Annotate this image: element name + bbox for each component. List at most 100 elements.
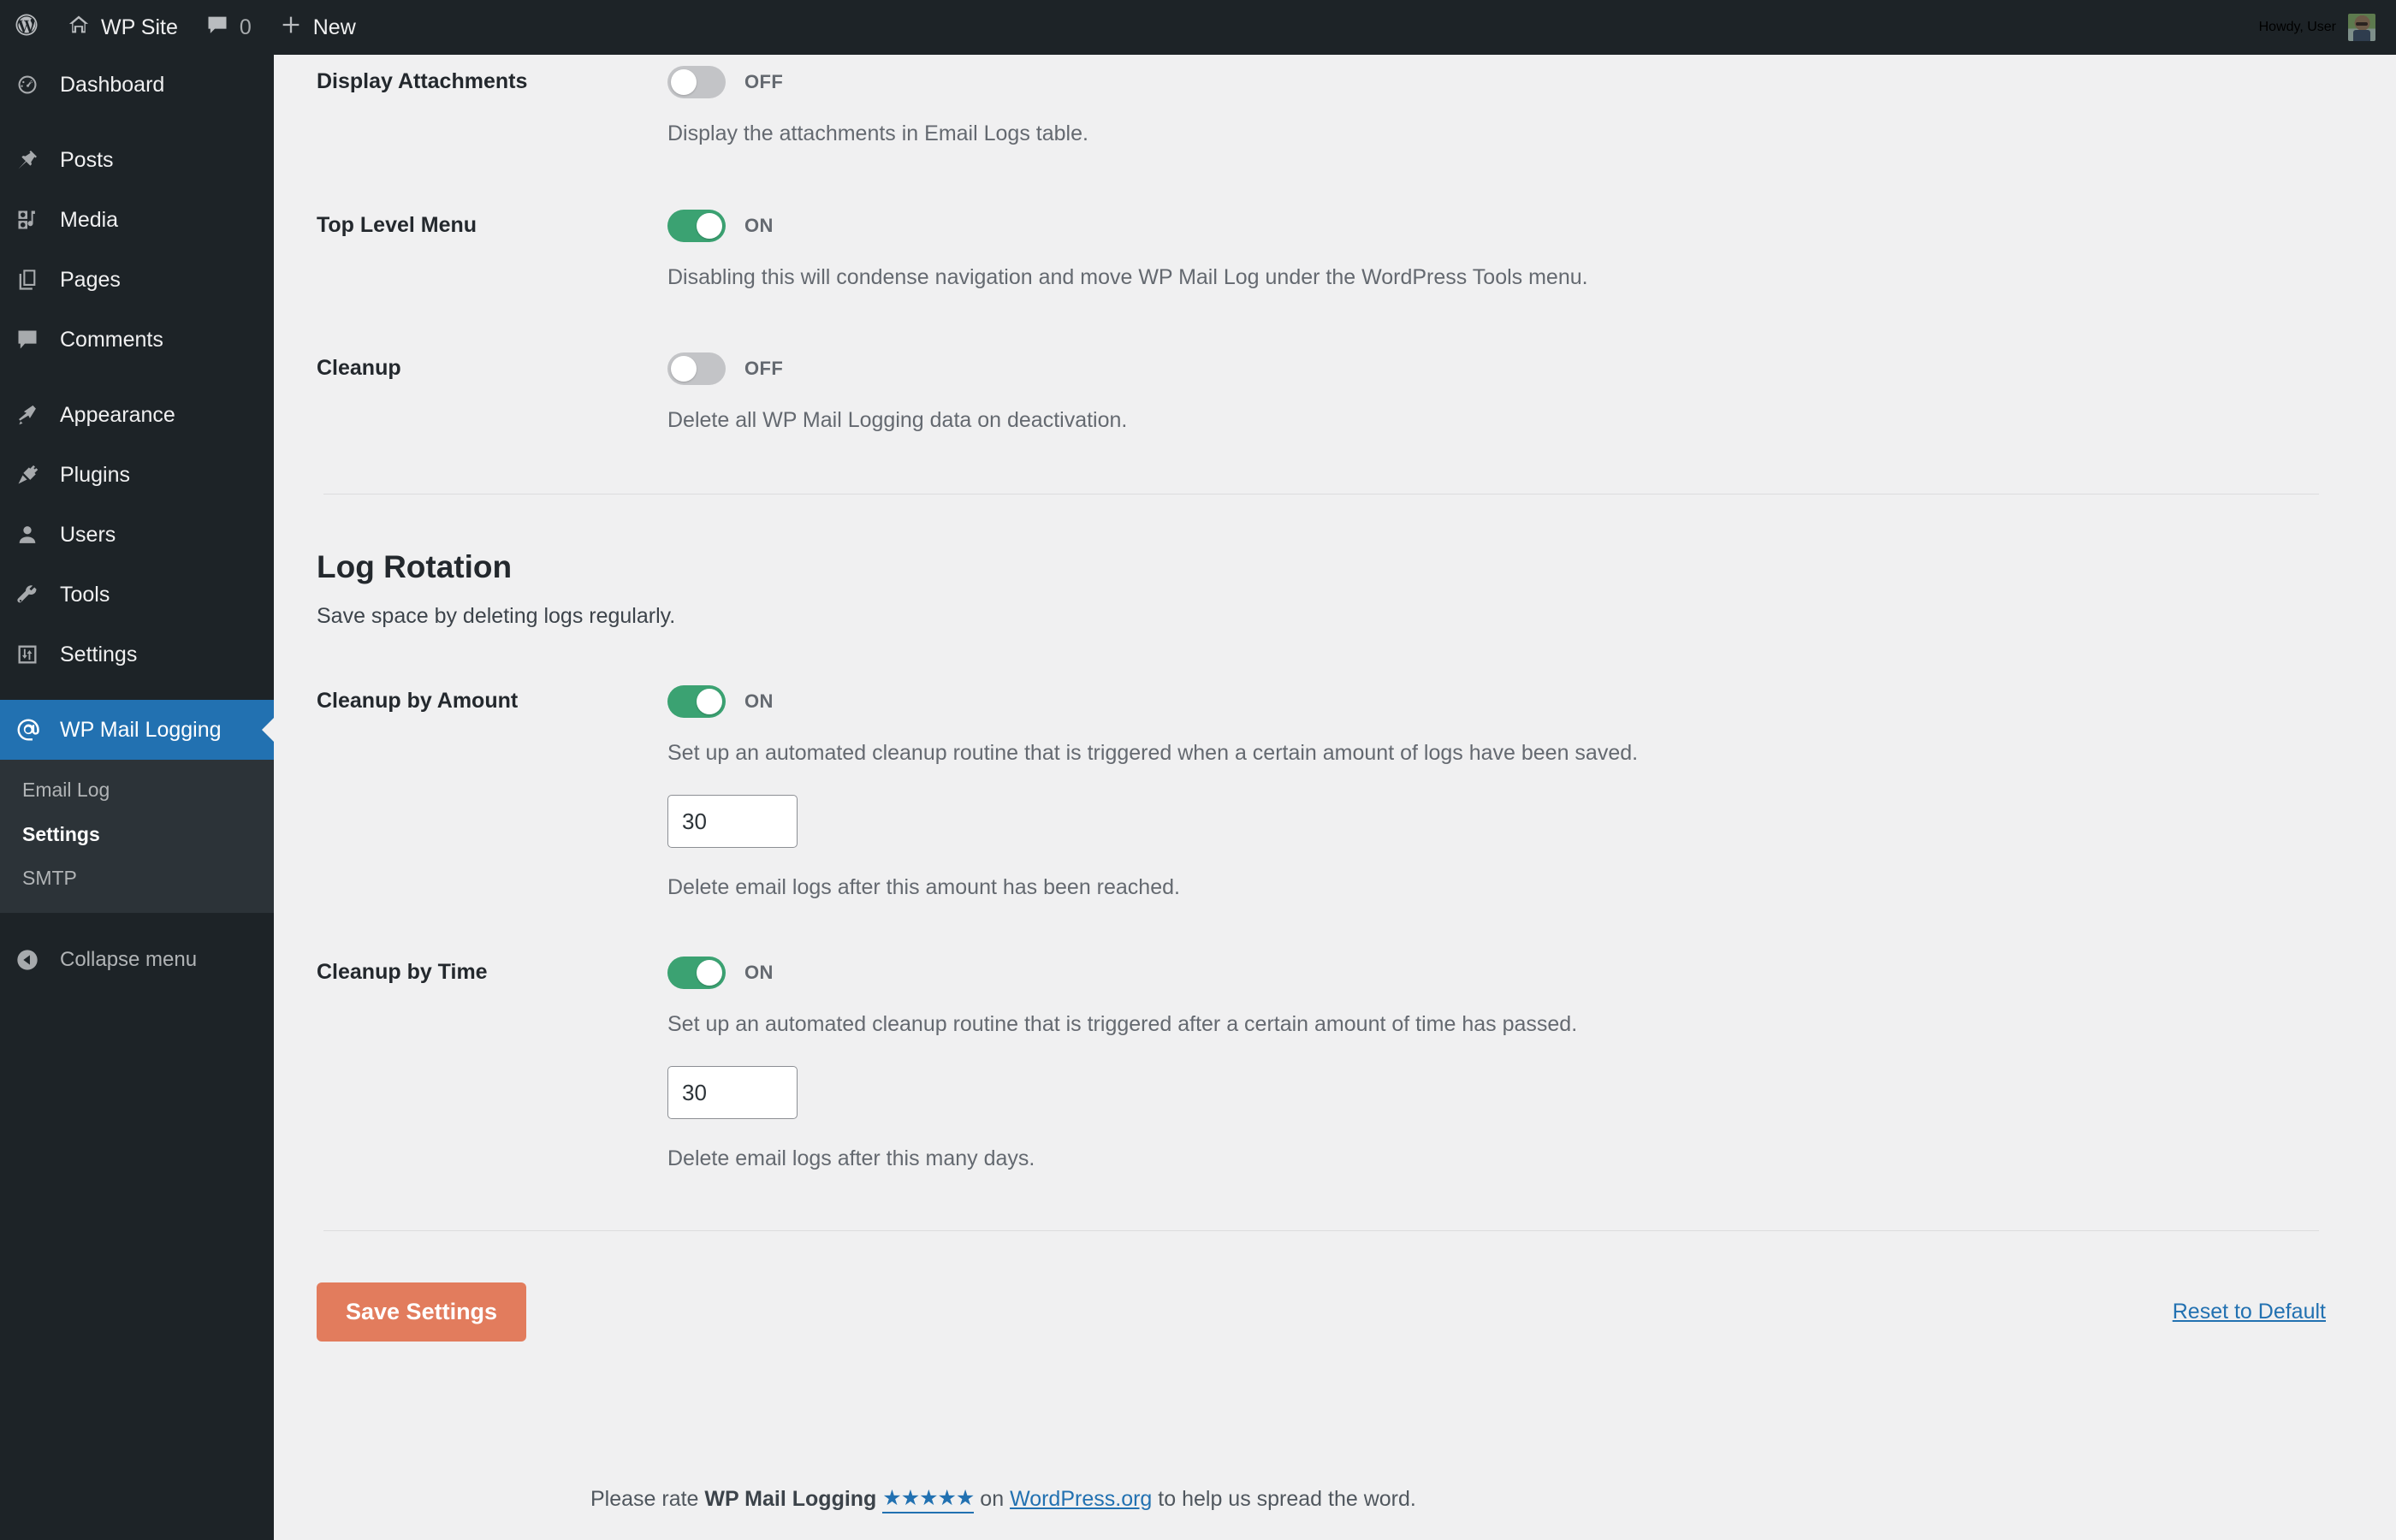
- cleanup-toggle-line: OFF: [667, 350, 2336, 388]
- sidebar-item-label: WP Mail Logging: [60, 717, 222, 742]
- rating-stars[interactable]: ★★★★★: [882, 1485, 975, 1513]
- sidebar-item-label: Dashboard: [60, 72, 165, 97]
- footer-on-word: on: [980, 1486, 1005, 1511]
- section-title: Log Rotation: [317, 548, 513, 584]
- toggle-state-label: OFF: [744, 71, 784, 92]
- setting-label: Cleanup: [317, 356, 401, 380]
- comments-button[interactable]: 0: [192, 0, 265, 55]
- wrench-icon: [15, 583, 46, 607]
- toggle-knob: [697, 212, 722, 239]
- site-name-button[interactable]: WP Site: [53, 0, 192, 55]
- cleanup-by-time-toggle[interactable]: [667, 956, 726, 989]
- setting-hint: Delete email logs after this amount has …: [667, 875, 1180, 899]
- sidebar-item-settings[interactable]: Settings: [0, 625, 274, 684]
- reset-to-default-link[interactable]: Reset to Default: [2173, 1300, 2326, 1324]
- user-icon: [15, 523, 46, 547]
- cleanup-by-amount-input[interactable]: [667, 795, 798, 848]
- wordpress-logo-button[interactable]: [0, 0, 53, 55]
- comment-bubble-icon: [15, 328, 46, 352]
- log-rotation-header: Log Rotation Save space by deleting logs…: [317, 495, 2336, 629]
- footer-rate-suffix: to help us spread the word.: [1158, 1486, 1416, 1511]
- media-music-icon: [15, 208, 46, 232]
- toggle-knob: [671, 69, 697, 95]
- sidebar-item-email-log[interactable]: Email Log: [0, 768, 274, 813]
- form-actions: Save Settings Reset to Default: [317, 1231, 2336, 1342]
- settings-sliders-icon: [15, 643, 46, 666]
- plus-icon: [279, 13, 303, 43]
- comments-count: 0: [239, 15, 252, 39]
- sidebar-item-label: Comments: [60, 327, 163, 352]
- admin-bar: WP Site 0 New Howdy, User: [0, 0, 2396, 55]
- admin-sidebar: Dashboard Posts Media Pages Comments App…: [0, 55, 274, 1540]
- display-attachments-toggle[interactable]: [667, 66, 726, 98]
- account-menu[interactable]: Howdy, User: [2259, 14, 2396, 41]
- setting-description: Delete all WP Mail Logging data on deact…: [667, 408, 1128, 432]
- main-content: Display Attachments OFF Display the atta…: [274, 55, 2396, 1540]
- collapse-menu-label: Collapse menu: [60, 947, 198, 971]
- display-attachments-toggle-line: OFF: [667, 63, 2336, 101]
- sidebar-item-label: Users: [60, 522, 116, 547]
- sidebar-item-label: Pages: [60, 267, 121, 292]
- footer-rate-prefix: Please rate: [590, 1486, 699, 1511]
- page-footer: Please rate WP Mail Logging ★★★★★ on Wor…: [548, 1458, 2396, 1540]
- setting-description: Set up an automated cleanup routine that…: [667, 740, 1639, 765]
- toggle-knob: [697, 959, 722, 986]
- sidebar-item-dashboard[interactable]: Dashboard: [0, 55, 274, 115]
- sidebar-item-users[interactable]: Users: [0, 505, 274, 565]
- sidebar-item-pages[interactable]: Pages: [0, 250, 274, 310]
- setting-row-cleanup: Cleanup OFF Delete all WP Mail Logging d…: [317, 293, 2336, 437]
- toggle-state-label: ON: [744, 214, 774, 236]
- setting-label: Cleanup by Amount: [317, 688, 519, 713]
- home-icon: [67, 13, 91, 43]
- setting-label: Cleanup by Time: [317, 959, 488, 984]
- toggle-state-label: ON: [744, 961, 774, 983]
- howdy-label: Howdy, User: [2258, 20, 2336, 34]
- setting-row-cleanup-by-amount: Cleanup by Amount ON Set up an automated…: [317, 629, 2336, 904]
- sidebar-item-posts[interactable]: Posts: [0, 130, 274, 190]
- cleanup-by-time-input[interactable]: [667, 1066, 798, 1119]
- toggle-state-label: OFF: [744, 358, 784, 379]
- new-content-label: New: [312, 15, 356, 39]
- cleanup-by-time-toggle-line: ON: [667, 954, 2336, 992]
- setting-row-display-attachments: Display Attachments OFF Display the atta…: [317, 55, 2336, 151]
- sidebar-item-wp-mail-logging[interactable]: WP Mail Logging: [0, 700, 274, 760]
- cleanup-toggle[interactable]: [667, 352, 726, 385]
- sidebar-item-label: Media: [60, 207, 119, 232]
- sidebar-item-appearance[interactable]: Appearance: [0, 385, 274, 445]
- paintbrush-icon: [15, 403, 46, 427]
- setting-row-top-level-menu: Top Level Menu ON Disabling this will co…: [317, 151, 2336, 294]
- pages-stack-icon: [15, 268, 46, 292]
- top-level-menu-toggle-line: ON: [667, 207, 2336, 245]
- sidebar-item-label: Posts: [60, 147, 114, 172]
- sidebar-item-tools[interactable]: Tools: [0, 565, 274, 625]
- comment-bubble-icon: [205, 13, 229, 43]
- setting-label: Top Level Menu: [317, 212, 477, 237]
- collapse-menu-button[interactable]: Collapse menu: [0, 930, 274, 990]
- chevron-left-circle-icon: [15, 948, 46, 972]
- sidebar-item-label: Plugins: [60, 462, 130, 487]
- setting-hint: Delete email logs after this many days.: [667, 1146, 1035, 1170]
- sidebar-submenu: Email Log Settings SMTP: [0, 760, 274, 913]
- settings-form: Display Attachments OFF Display the atta…: [274, 55, 2396, 1342]
- plug-icon: [15, 463, 46, 487]
- sidebar-item-label: Tools: [60, 582, 110, 607]
- sidebar-item-comments[interactable]: Comments: [0, 310, 274, 370]
- cleanup-by-amount-toggle[interactable]: [667, 684, 726, 718]
- sidebar-item-media[interactable]: Media: [0, 190, 274, 250]
- new-content-button[interactable]: New: [265, 0, 370, 55]
- sidebar-item-plugins[interactable]: Plugins: [0, 445, 274, 505]
- toggle-knob: [671, 356, 697, 382]
- sidebar-item-wpml-settings[interactable]: Settings: [0, 813, 274, 857]
- site-name-label: WP Site: [101, 15, 178, 39]
- setting-description: Disabling this will condense navigation …: [667, 264, 1588, 289]
- dashboard-gauge-icon: [15, 73, 46, 97]
- wordpress-org-link[interactable]: WordPress.org: [1010, 1487, 1152, 1512]
- sidebar-item-smtp[interactable]: SMTP: [0, 856, 274, 901]
- footer-plugin-name: WP Mail Logging: [704, 1486, 877, 1511]
- cleanup-by-amount-toggle-line: ON: [667, 683, 2336, 720]
- save-settings-button[interactable]: Save Settings: [317, 1282, 527, 1342]
- top-level-menu-toggle[interactable]: [667, 209, 726, 242]
- sidebar-item-label: Appearance: [60, 402, 175, 427]
- toggle-state-label: ON: [744, 690, 774, 712]
- section-subtitle: Save space by deleting logs regularly.: [317, 603, 676, 628]
